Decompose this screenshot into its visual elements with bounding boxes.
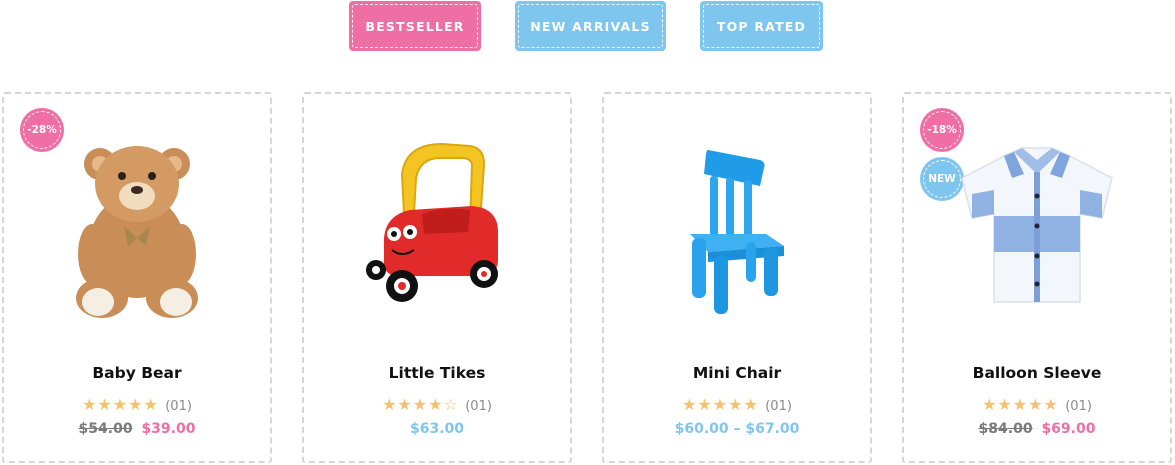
product-price: $63.00 <box>304 421 570 437</box>
product-image[interactable] <box>604 134 870 324</box>
product-rating: ★★★★★ (01) <box>904 395 1170 414</box>
product-card-balloon-sleeve[interactable]: -18% NEW Balloon Sleeve ★★★★★ (01) $84.0… <box>902 92 1172 463</box>
rating-stars: ★★★★★ <box>982 395 1059 414</box>
sale-price: $69.00 <box>1041 421 1096 437</box>
product-rating: ★★★★★ (01) <box>604 395 870 414</box>
product-price: $84.00 $69.00 <box>904 421 1170 437</box>
old-price: $84.00 <box>978 421 1033 437</box>
rating-stars: ★★★★★ <box>682 395 759 414</box>
product-card-mini-chair[interactable]: Mini Chair ★★★★★ (01) $60.00 – $67.00 <box>602 92 872 463</box>
regular-price: $63.00 <box>409 421 465 437</box>
product-price: $54.00 $39.00 <box>4 421 270 437</box>
chair-icon <box>690 149 784 314</box>
product-card-little-tikes[interactable]: Little Tikes ★★★★☆ (01) $63.00 <box>302 92 572 463</box>
review-count: (01) <box>765 399 792 414</box>
product-tabs: BESTSELLER NEW ARRIVALS TOP RATED <box>0 0 1175 52</box>
rating-stars: ★★★★★ <box>82 395 159 414</box>
review-count: (01) <box>465 399 492 414</box>
product-rating: ★★★★★ (01) <box>4 395 270 414</box>
review-count: (01) <box>1065 399 1092 414</box>
old-price: $54.00 <box>78 421 133 437</box>
tab-top-rated[interactable]: TOP RATED <box>700 1 823 51</box>
product-name[interactable]: Little Tikes <box>304 364 570 382</box>
review-count: (01) <box>165 399 192 414</box>
tab-bestseller[interactable]: BESTSELLER <box>349 1 481 51</box>
product-image[interactable] <box>304 134 570 324</box>
product-image[interactable] <box>4 134 270 324</box>
product-rating: ★★★★☆ (01) <box>304 395 570 414</box>
toy-car-icon <box>366 142 498 302</box>
shirt-icon <box>961 147 1113 303</box>
sale-price: $39.00 <box>141 421 196 437</box>
product-name[interactable]: Baby Bear <box>4 364 270 382</box>
teddy-bear-icon <box>76 146 198 318</box>
rating-stars: ★★★★☆ <box>382 395 459 414</box>
tab-new-arrivals[interactable]: NEW ARRIVALS <box>515 1 666 51</box>
product-name[interactable]: Balloon Sleeve <box>904 364 1170 382</box>
product-image[interactable] <box>904 134 1170 324</box>
product-name[interactable]: Mini Chair <box>604 364 870 382</box>
product-price: $60.00 – $67.00 <box>604 421 870 437</box>
price-range: $60.00 – $67.00 <box>674 421 800 437</box>
product-card-baby-bear[interactable]: -28% Baby Bear ★★★★★ (01) $54.00 $39.00 <box>2 92 272 463</box>
